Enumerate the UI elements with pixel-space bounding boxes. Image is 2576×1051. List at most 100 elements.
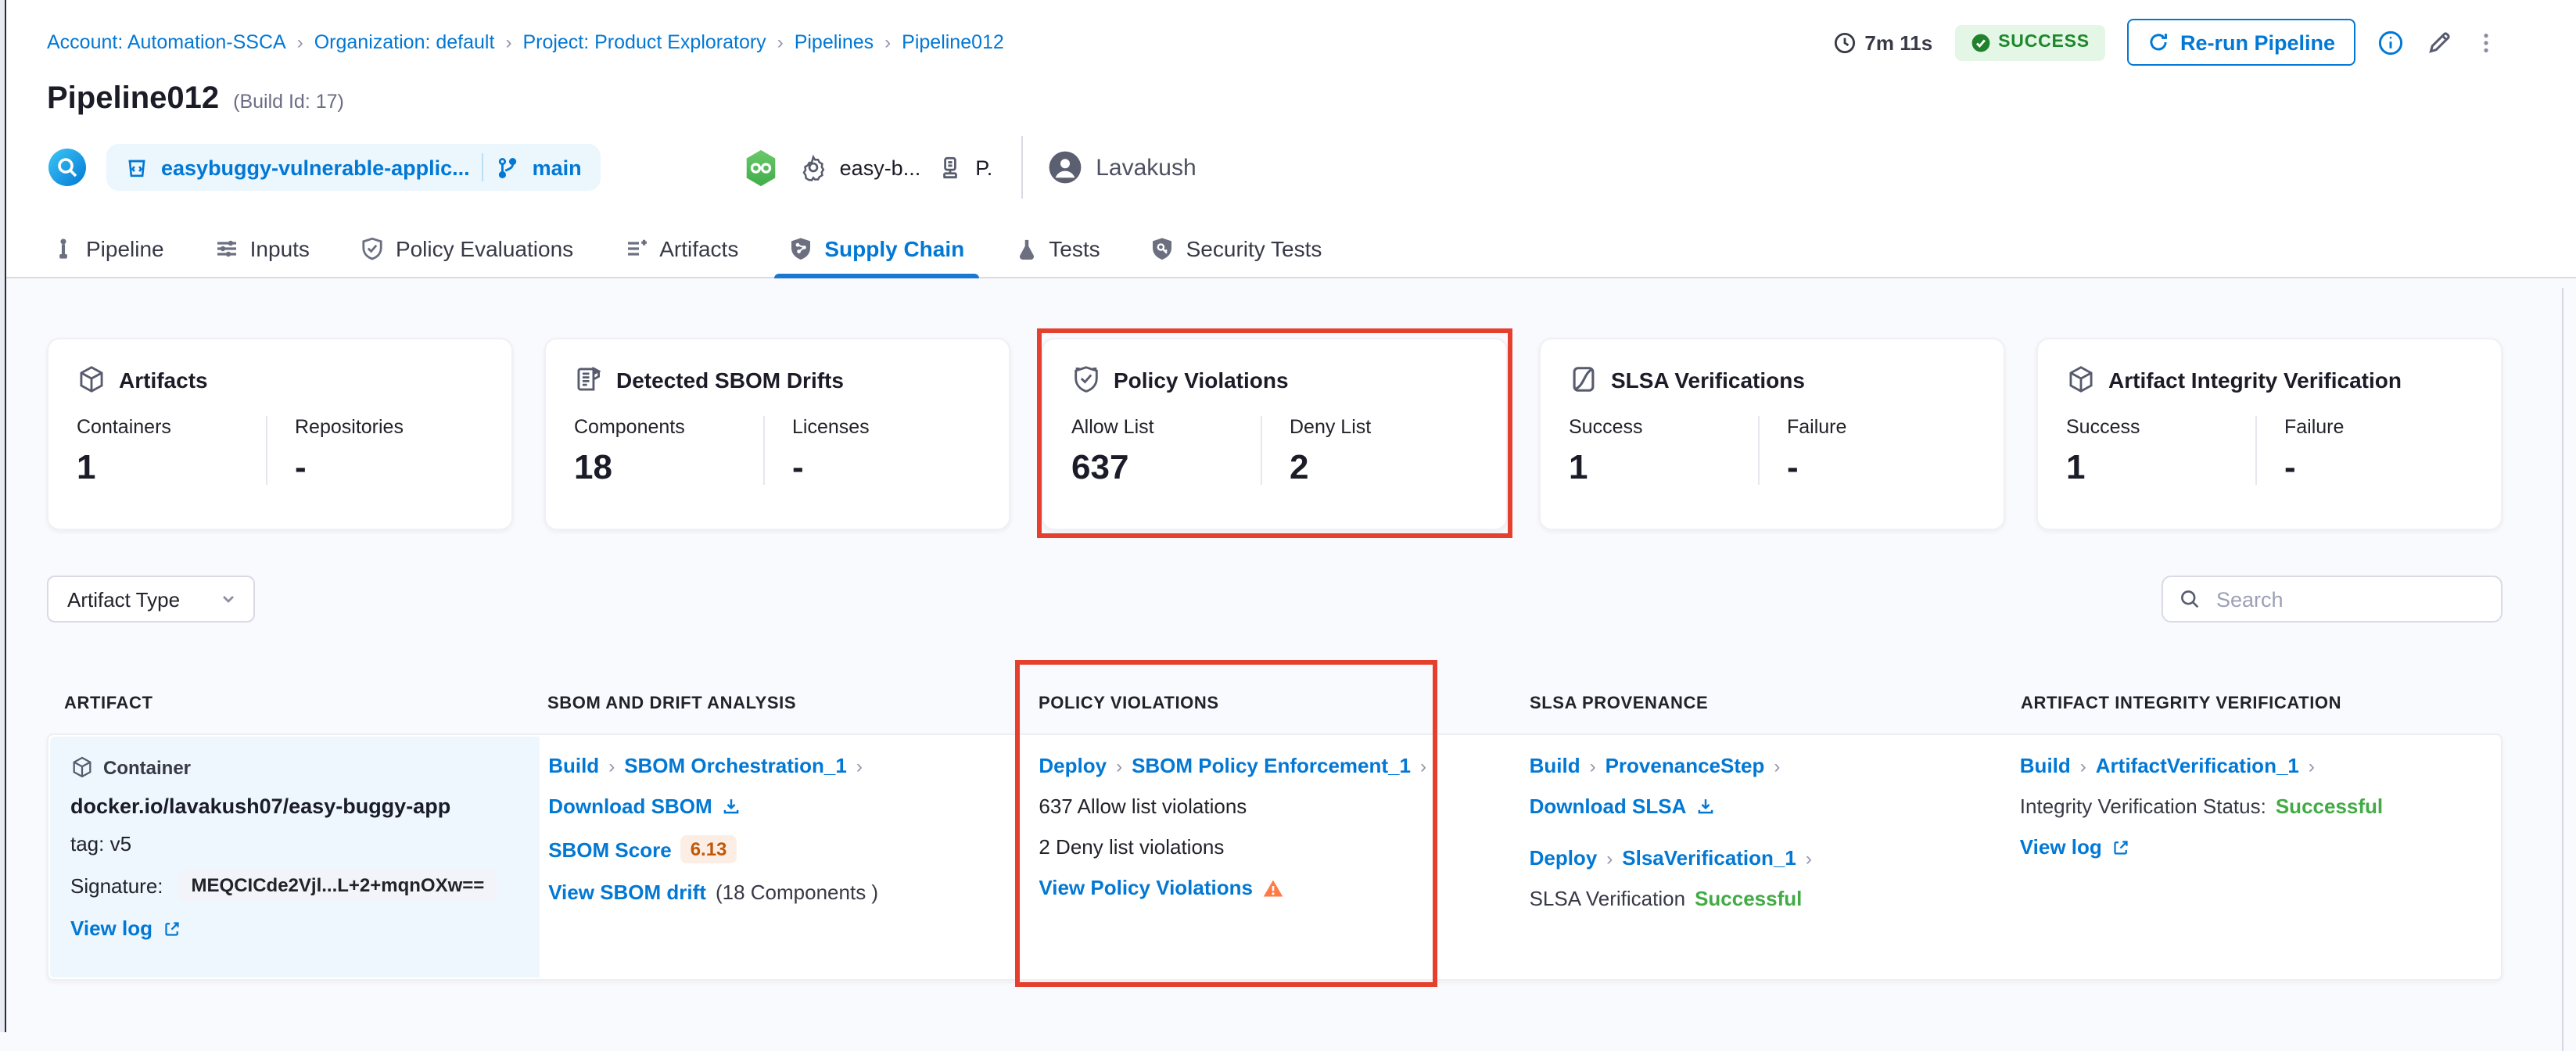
webhook-trigger-icon [47,147,88,188]
build-id: (Build Id: 17) [233,91,344,113]
download-sbom-link[interactable]: Download SBOM [548,795,712,818]
stage-link[interactable]: Build [1530,754,1580,777]
step-link[interactable]: SBOM Orchestration_1 [624,754,847,777]
artifacts-list-icon [623,236,648,261]
stage-link[interactable]: Deploy [1039,754,1107,777]
breadcrumb-separator: › [297,31,303,53]
view-log-link[interactable]: View log [70,916,152,940]
tab-pipeline[interactable]: Pipeline [47,224,169,277]
slsa-cell: Build › ProvenanceStep › Download SLSA D… [1520,735,2011,979]
gear-icon [799,153,827,181]
download-icon [1695,796,1716,816]
stat-label: Failure [1787,416,1975,438]
table-header: ARTIFACT SBOM AND DRIFT ANALYSIS POLICY … [47,694,2502,713]
step-link[interactable]: SlsaVerification_1 [1622,846,1796,870]
step-link[interactable]: ArtifactVerification_1 [2096,754,2299,777]
sbom-document-icon [574,364,604,394]
card-artifacts: Artifacts Containers1 Repositories- [47,338,513,530]
stat-value: - [2284,450,2473,485]
stage-link[interactable]: Build [2020,754,2071,777]
repo-link[interactable]: easybuggy-vulnerable-applic... [161,156,470,179]
stat-label: Failure [2284,416,2473,438]
tab-supply-chain[interactable]: Supply Chain [784,224,969,277]
stat-value: 1 [2066,450,2255,485]
tab-tests[interactable]: Tests [1010,224,1104,277]
stat-value: 1 [1569,450,1757,485]
view-policy-violations-link[interactable]: View Policy Violations [1039,876,1253,899]
status-badge: SUCCESS [1954,24,2105,60]
breadcrumb-separator: › [505,31,511,53]
breadcrumb-pipeline012[interactable]: Pipeline012 [902,31,1004,53]
breadcrumb-pipelines[interactable]: Pipelines [795,31,874,53]
left-edge-divider [0,0,6,1032]
card-title: Policy Violations [1114,367,1289,392]
stat-value: 1 [77,450,265,485]
stat-divider [1260,416,1261,485]
tab-security-tests[interactable]: Security Tests [1146,224,1327,277]
policy-violations-cell: Deploy › SBOM Policy Enforcement_1 › 637… [1029,735,1519,979]
supply-chain-panel: Artifacts Containers1 Repositories- Dete… [0,278,2576,1051]
scrollbar-track[interactable] [2562,288,2563,1051]
filter-row: Artifact Type [47,576,2502,622]
slsa-verification-status: Successful [1695,887,1802,910]
git-branch-icon [497,156,520,179]
stat-value: - [1787,450,1975,485]
tab-artifacts[interactable]: Artifacts [619,224,743,277]
edit-pencil-icon[interactable] [2426,29,2452,56]
trigger-user-label: P. [975,156,992,179]
slsa-icon [1569,364,1598,394]
rerun-pipeline-label: Re-run Pipeline [2180,30,2335,54]
stat-value: 18 [574,450,762,485]
tab-policy-evaluations[interactable]: Policy Evaluations [355,224,578,277]
search-input[interactable] [2213,586,2485,612]
branch-link[interactable]: main [533,156,582,179]
sbom-score-badge: 6.13 [681,835,737,863]
stat-label: Components [574,416,762,438]
column-header-policy-violations: POLICY VIOLATIONS [1029,694,1520,713]
stat-label: Allow List [1071,416,1260,438]
tab-inputs[interactable]: Inputs [210,224,314,277]
app-root: Account: Automation-SSCA › Organization:… [0,0,2576,1032]
trigger-pipeline-label: easy-b... [840,156,921,179]
tab-bar: Pipeline Inputs Policy Evaluations Artif… [0,224,2576,278]
meta-row: easybuggy-vulnerable-applic... main easy… [0,117,2576,221]
duration-value: 7m 11s [1864,30,1932,54]
step-link[interactable]: ProvenanceStep [1606,754,1765,777]
column-header-slsa: SLSA PROVENANCE [1520,694,2011,713]
search-icon [2179,588,2201,610]
download-icon [722,796,742,816]
allow-list-violations: 637 Allow list violations [1039,795,1247,818]
integrity-cell: Build › ArtifactVerification_1 › Integri… [2011,735,2501,979]
stage-link[interactable]: Deploy [1530,846,1598,870]
integrity-status-value: Successful [2276,795,2383,818]
column-header-integrity: ARTIFACT INTEGRITY VERIFICATION [2011,694,2502,713]
stat-divider [2255,416,2256,485]
repository-icon [125,156,149,179]
view-sbom-drift-link[interactable]: View SBOM drift [548,881,706,904]
step-link[interactable]: SBOM Policy Enforcement_1 [1132,754,1411,777]
pill-divider [483,153,484,181]
card-artifact-integrity: Artifact Integrity Verification Success1… [2036,338,2502,530]
stage-link[interactable]: Build [548,754,599,777]
breadcrumb-organization[interactable]: Organization: default [314,31,495,53]
integrity-status-label: Integrity Verification Status: [2020,795,2266,818]
download-slsa-link[interactable]: Download SLSA [1530,795,1687,818]
breadcrumb-separator: › [777,31,784,53]
artifact-cell: Container docker.io/lavakush07/easy-bugg… [50,737,539,977]
stat-value: 2 [1290,450,1478,485]
shield-check-icon [360,236,385,261]
stat-label: Repositories [295,416,483,438]
more-menu-icon[interactable] [2474,29,2498,56]
view-log-link[interactable]: View log [2020,835,2102,859]
rerun-pipeline-button[interactable]: Re-run Pipeline [2127,19,2355,66]
info-icon[interactable] [2377,29,2404,56]
artifact-type-select[interactable]: Artifact Type [47,576,255,622]
security-shield-icon [1150,236,1175,261]
stat-label: Licenses [792,416,981,438]
sbom-score-link[interactable]: SBOM Score [548,838,672,861]
artifact-image-name: docker.io/lavakush07/easy-buggy-app [70,795,520,818]
stat-label: Success [1569,416,1757,438]
breadcrumb-project[interactable]: Project: Product Exploratory [522,31,766,53]
column-header-artifact: ARTIFACT [47,694,538,713]
breadcrumb-account[interactable]: Account: Automation-SSCA [47,31,286,53]
